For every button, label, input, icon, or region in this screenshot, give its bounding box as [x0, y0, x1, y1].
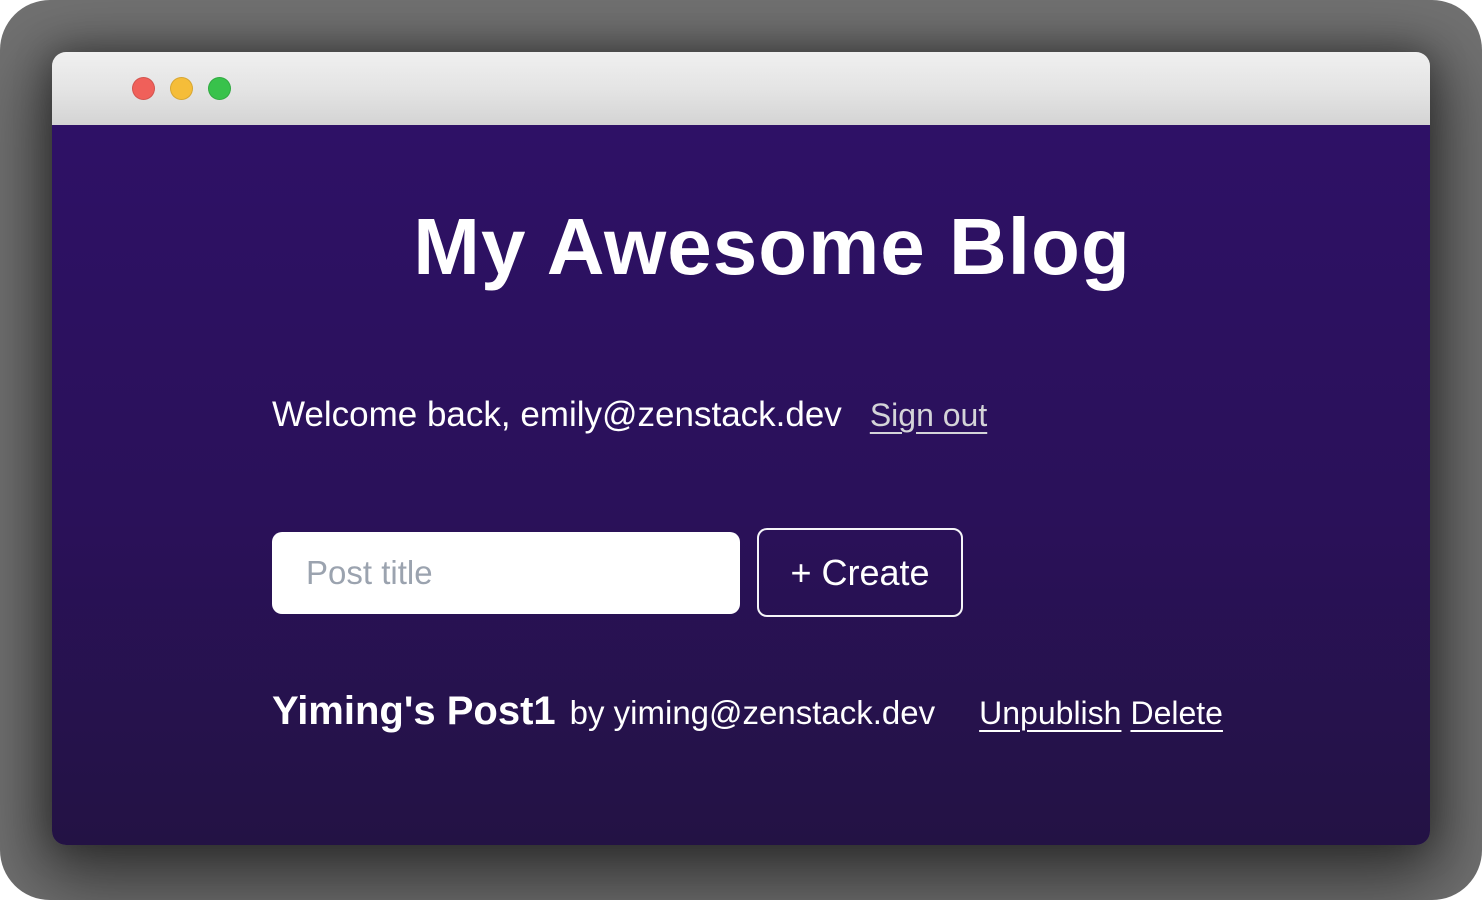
sign-out-link[interactable]: Sign out: [870, 396, 987, 434]
delete-link[interactable]: Delete: [1130, 694, 1223, 732]
minimize-button[interactable]: [170, 77, 193, 100]
create-post-form: + Create: [272, 528, 1272, 617]
window-titlebar[interactable]: [52, 52, 1430, 125]
zoom-button[interactable]: [208, 77, 231, 100]
post-title-input[interactable]: [272, 532, 740, 614]
post-list-item: Yiming's Post1 by yiming@zenstack.dev Un…: [272, 687, 1272, 735]
post-byline: by yiming@zenstack.dev: [570, 693, 935, 733]
post-title: Yiming's Post1: [272, 687, 556, 735]
unpublish-link[interactable]: Unpublish: [979, 694, 1121, 732]
app-window: My Awesome Blog Welcome back, emily@zens…: [52, 52, 1430, 845]
welcome-text: Welcome back, emily@zenstack.dev: [272, 394, 842, 436]
post-actions: Unpublish Delete: [979, 694, 1223, 732]
desktop-backdrop: My Awesome Blog Welcome back, emily@zens…: [0, 0, 1482, 900]
user-bar: Welcome back, emily@zenstack.dev Sign ou…: [272, 394, 1272, 436]
content-column: My Awesome Blog Welcome back, emily@zens…: [272, 125, 1272, 735]
blog-page: My Awesome Blog Welcome back, emily@zens…: [52, 125, 1430, 845]
create-post-button[interactable]: + Create: [757, 528, 963, 617]
page-title: My Awesome Blog: [272, 125, 1272, 297]
close-button[interactable]: [132, 77, 155, 100]
